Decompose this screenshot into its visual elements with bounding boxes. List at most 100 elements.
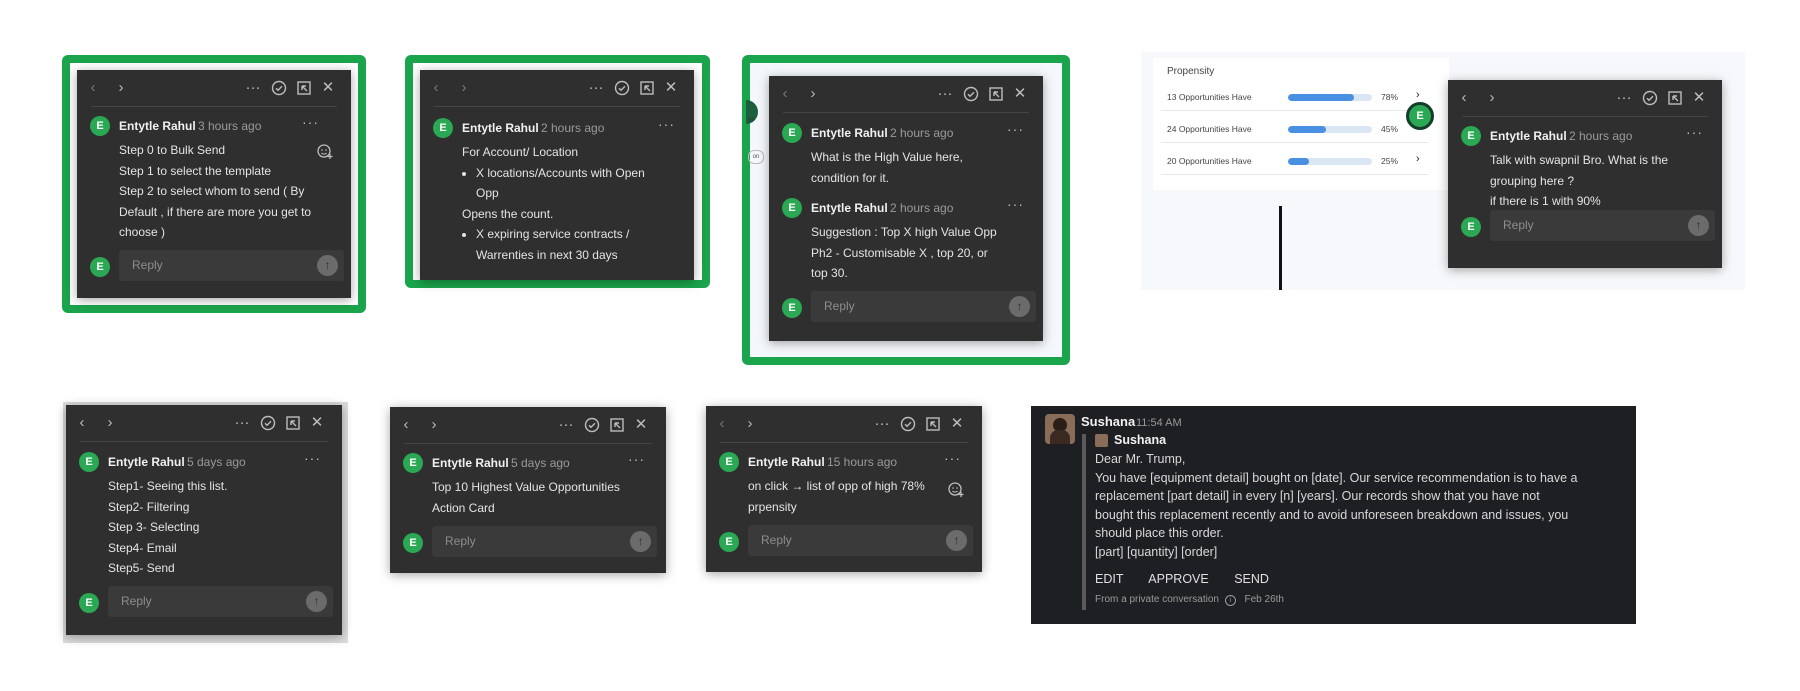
more-icon[interactable]: ··· — [935, 84, 955, 104]
check-circle-icon[interactable] — [1640, 88, 1660, 108]
comment-time: 2 hours ago — [541, 121, 605, 135]
comment-line: Default , if there are more you get to — [119, 204, 312, 219]
send-button[interactable]: SEND — [1234, 572, 1269, 586]
send-arrow-icon[interactable]: ↑ — [306, 591, 327, 612]
chevron-right-icon[interactable]: › — [100, 413, 120, 433]
footer-source[interactable]: From a private conversation — [1095, 594, 1219, 605]
check-circle-icon[interactable] — [612, 78, 632, 98]
avatar: E — [79, 593, 99, 613]
footer-date[interactable]: Feb 26th — [1245, 594, 1284, 605]
avatar: E — [433, 118, 453, 138]
more-icon[interactable]: ··· — [586, 78, 606, 98]
comment-more-icon[interactable]: ··· — [302, 114, 319, 130]
chevron-left-icon[interactable]: ‹ — [83, 78, 103, 98]
check-circle-icon[interactable] — [269, 78, 289, 98]
comment-body: For Account/ Location X locations/Accoun… — [462, 142, 666, 265]
chevron-right-icon[interactable]: › — [1482, 88, 1502, 108]
comment-line: Step 2 to select whom to send ( By — [119, 184, 305, 198]
comment-line: Step 0 to Bulk Send — [119, 143, 226, 157]
comment-card-6: ‹ › ··· ✕ E Entytle Rahul 5 days ago ···… — [390, 407, 666, 573]
message-footer: From a private conversation i Feb 26th — [1095, 594, 1284, 606]
chevron-right-icon[interactable]: › — [111, 78, 131, 98]
close-icon[interactable]: ✕ — [307, 413, 327, 433]
open-external-icon[interactable] — [637, 78, 657, 98]
close-icon[interactable]: ✕ — [1689, 88, 1709, 108]
avatar: E — [719, 452, 739, 472]
send-arrow-icon[interactable]: ↑ — [946, 530, 967, 551]
propensity-row[interactable]: 13 Opportunities Have 78% › — [1161, 84, 1429, 111]
chevron-left-icon[interactable]: ‹ — [712, 414, 732, 434]
chevron-left-icon[interactable]: ‹ — [775, 84, 795, 104]
reply-placeholder: Reply — [1503, 218, 1534, 232]
sender-name[interactable]: Sushana — [1081, 414, 1135, 429]
close-icon[interactable]: ✕ — [1010, 84, 1030, 104]
message-line: should place this order. — [1095, 526, 1224, 540]
comment-card-7: ‹ › ··· ✕ E Entytle Rahul 15 hours ago ·… — [706, 406, 982, 572]
propensity-row[interactable]: 20 Opportunities Have 25% › — [1161, 148, 1429, 175]
info-icon[interactable]: i — [1224, 595, 1236, 606]
add-reaction-icon[interactable] — [316, 142, 334, 160]
comment-more-icon[interactable]: ··· — [1686, 124, 1703, 140]
open-external-icon[interactable] — [1665, 88, 1685, 108]
open-external-icon[interactable] — [283, 413, 303, 433]
more-icon[interactable]: ··· — [556, 415, 576, 435]
send-arrow-icon[interactable]: ↑ — [1688, 215, 1709, 236]
quoted-sender-name: Sushana — [1114, 433, 1167, 447]
check-circle-icon[interactable] — [898, 414, 918, 434]
chevron-right-icon[interactable]: › — [740, 414, 760, 434]
chevron-right-icon[interactable]: › — [803, 84, 823, 104]
reply-input[interactable]: Reply ↑ — [748, 525, 973, 556]
edit-button[interactable]: EDIT — [1095, 572, 1123, 586]
close-icon[interactable]: ✕ — [631, 415, 651, 435]
avatar-small — [1095, 434, 1108, 447]
avatar: E — [782, 298, 802, 318]
reply-input[interactable]: Reply ↑ — [119, 250, 344, 281]
propensity-row[interactable]: 24 Opportunities Have 45% › — [1161, 116, 1429, 143]
open-external-icon[interactable] — [294, 78, 314, 98]
reply-input[interactable]: Reply ↑ — [432, 526, 657, 557]
comment-more-icon[interactable]: ··· — [1007, 121, 1024, 137]
more-icon[interactable]: ··· — [872, 414, 892, 434]
chevron-left-icon[interactable]: ‹ — [72, 413, 92, 433]
more-icon[interactable]: ··· — [1614, 88, 1634, 108]
chevron-left-icon[interactable]: ‹ — [396, 415, 416, 435]
check-circle-icon[interactable] — [961, 84, 981, 104]
reply-input[interactable]: Reply ↑ — [811, 291, 1036, 322]
add-reaction-icon[interactable] — [947, 480, 965, 498]
chevron-left-icon[interactable]: ‹ — [426, 78, 446, 98]
comment-time: 5 days ago — [187, 455, 246, 469]
reply-input[interactable]: Reply ↑ — [1490, 210, 1715, 241]
chevron-right-icon[interactable]: › — [424, 415, 444, 435]
more-icon[interactable]: ··· — [232, 413, 252, 433]
comment-more-icon[interactable]: ··· — [628, 451, 645, 467]
open-external-icon[interactable] — [923, 414, 943, 434]
open-external-icon[interactable] — [607, 415, 627, 435]
close-icon[interactable]: ✕ — [947, 414, 967, 434]
chevron-right-icon[interactable]: › — [1416, 89, 1420, 101]
chevron-right-icon[interactable]: › — [454, 78, 474, 98]
comment-more-icon[interactable]: ··· — [658, 116, 675, 132]
chevron-right-icon[interactable]: › — [1416, 153, 1420, 165]
open-external-icon[interactable] — [986, 84, 1006, 104]
reply-input[interactable]: Reply ↑ — [108, 586, 333, 617]
send-arrow-icon[interactable]: ↑ — [630, 531, 651, 552]
comment-more-icon[interactable]: ··· — [1007, 196, 1024, 212]
author-name: Entytle Rahul — [462, 121, 539, 135]
check-circle-icon[interactable] — [582, 415, 602, 435]
message-time[interactable]: 11:54 AM — [1136, 417, 1182, 429]
approve-button[interactable]: APPROVE — [1148, 572, 1208, 586]
propensity-bar-fill — [1288, 94, 1354, 101]
check-circle-icon[interactable] — [258, 413, 278, 433]
comment-toolbar: ‹ › ··· ✕ — [769, 76, 1043, 112]
chevron-left-icon[interactable]: ‹ — [1454, 88, 1474, 108]
background-text-fragment: es — [748, 117, 755, 123]
send-arrow-icon[interactable]: ↑ — [1009, 296, 1030, 317]
close-icon[interactable]: ✕ — [661, 78, 681, 98]
send-arrow-icon[interactable]: ↑ — [317, 255, 338, 276]
close-icon[interactable]: ✕ — [318, 78, 338, 98]
comment-more-icon[interactable]: ··· — [944, 450, 961, 466]
more-icon[interactable]: ··· — [243, 78, 263, 98]
divider — [1462, 116, 1708, 117]
comment-line: Step 3- Selecting — [108, 520, 200, 534]
comment-more-icon[interactable]: ··· — [304, 450, 321, 466]
